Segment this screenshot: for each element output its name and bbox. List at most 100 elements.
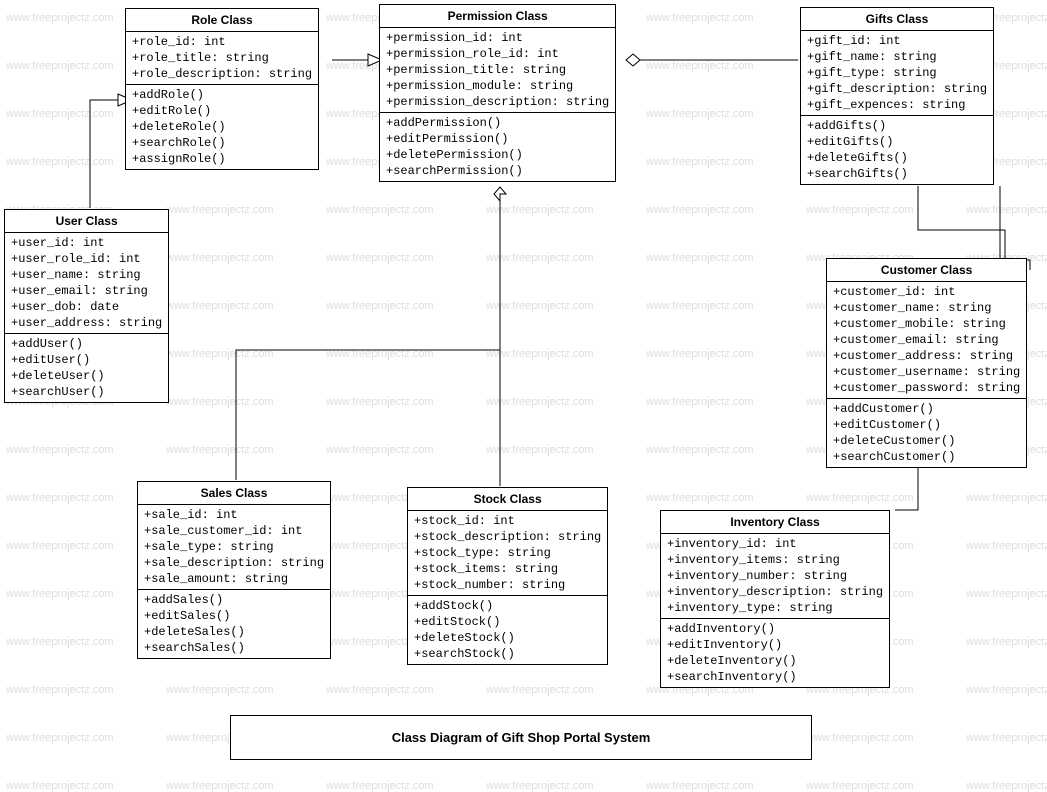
op-line: +deleteSales() bbox=[144, 624, 324, 640]
ops: +addPermission()+editPermission()+delete… bbox=[380, 113, 615, 181]
watermark: www.freeprojectz.com bbox=[6, 444, 114, 456]
op-line: +deleteGifts() bbox=[807, 150, 987, 166]
watermark: www.freeprojectz.com bbox=[166, 444, 274, 456]
attr-line: +customer_address: string bbox=[833, 348, 1020, 364]
attr-line: +inventory_id: int bbox=[667, 536, 883, 552]
watermark: www.freeprojectz.com bbox=[966, 204, 1047, 216]
op-line: +editSales() bbox=[144, 608, 324, 624]
attr-line: +user_dob: date bbox=[11, 299, 162, 315]
attr-line: +inventory_description: string bbox=[667, 584, 883, 600]
watermark: www.freeprojectz.com bbox=[326, 300, 434, 312]
ops: +addGifts()+editGifts()+deleteGifts()+se… bbox=[801, 116, 993, 184]
watermark: www.freeprojectz.com bbox=[486, 300, 594, 312]
op-line: +searchRole() bbox=[132, 135, 312, 151]
attr-line: +inventory_number: string bbox=[667, 568, 883, 584]
attr-line: +role_title: string bbox=[132, 50, 312, 66]
class-sales: Sales Class +sale_id: int+sale_customer_… bbox=[137, 481, 331, 659]
attr-line: +permission_title: string bbox=[386, 62, 609, 78]
op-line: +addPermission() bbox=[386, 115, 609, 131]
attr-line: +sale_id: int bbox=[144, 507, 324, 523]
op-line: +editRole() bbox=[132, 103, 312, 119]
class-title: Gifts Class bbox=[801, 8, 993, 31]
class-permission: Permission Class +permission_id: int+per… bbox=[379, 4, 616, 182]
watermark: www.freeprojectz.com bbox=[326, 348, 434, 360]
watermark: www.freeprojectz.com bbox=[646, 492, 754, 504]
watermark: www.freeprojectz.com bbox=[966, 540, 1047, 552]
op-line: +editGifts() bbox=[807, 134, 987, 150]
watermark: www.freeprojectz.com bbox=[166, 300, 274, 312]
attr-line: +user_address: string bbox=[11, 315, 162, 331]
watermark: www.freeprojectz.com bbox=[326, 204, 434, 216]
class-stock: Stock Class +stock_id: int+stock_descrip… bbox=[407, 487, 608, 665]
class-user: User Class +user_id: int+user_role_id: i… bbox=[4, 209, 169, 403]
op-line: +deleteCustomer() bbox=[833, 433, 1020, 449]
attrs: +customer_id: int+customer_name: string+… bbox=[827, 282, 1026, 399]
attr-line: +stock_number: string bbox=[414, 577, 601, 593]
watermark: www.freeprojectz.com bbox=[166, 396, 274, 408]
op-line: +editCustomer() bbox=[833, 417, 1020, 433]
watermark: www.freeprojectz.com bbox=[6, 492, 114, 504]
attrs: +inventory_id: int+inventory_items: stri… bbox=[661, 534, 889, 619]
attr-line: +customer_email: string bbox=[833, 332, 1020, 348]
attr-line: +user_role_id: int bbox=[11, 251, 162, 267]
attr-line: +stock_type: string bbox=[414, 545, 601, 561]
op-line: +searchCustomer() bbox=[833, 449, 1020, 465]
watermark: www.freeprojectz.com bbox=[806, 780, 914, 792]
watermark: www.freeprojectz.com bbox=[6, 780, 114, 792]
op-line: +editUser() bbox=[11, 352, 162, 368]
watermark: www.freeprojectz.com bbox=[646, 60, 754, 72]
watermark: www.freeprojectz.com bbox=[6, 108, 114, 120]
watermark: www.freeprojectz.com bbox=[966, 684, 1047, 696]
op-line: +addCustomer() bbox=[833, 401, 1020, 417]
watermark: www.freeprojectz.com bbox=[486, 204, 594, 216]
attrs: +permission_id: int+permission_role_id: … bbox=[380, 28, 615, 113]
class-title: Role Class bbox=[126, 9, 318, 32]
watermark: www.freeprojectz.com bbox=[326, 444, 434, 456]
class-title: User Class bbox=[5, 210, 168, 233]
op-line: +searchSales() bbox=[144, 640, 324, 656]
attr-line: +permission_description: string bbox=[386, 94, 609, 110]
attr-line: +gift_id: int bbox=[807, 33, 987, 49]
op-line: +searchInventory() bbox=[667, 669, 883, 685]
diagram-title: Class Diagram of Gift Shop Portal System bbox=[230, 715, 812, 760]
attr-line: +stock_id: int bbox=[414, 513, 601, 529]
op-line: +addGifts() bbox=[807, 118, 987, 134]
watermark: www.freeprojectz.com bbox=[6, 636, 114, 648]
op-line: +deleteInventory() bbox=[667, 653, 883, 669]
ops: +addInventory()+editInventory()+deleteIn… bbox=[661, 619, 889, 687]
op-line: +searchUser() bbox=[11, 384, 162, 400]
op-line: +addUser() bbox=[11, 336, 162, 352]
watermark: www.freeprojectz.com bbox=[326, 780, 434, 792]
watermark: www.freeprojectz.com bbox=[166, 252, 274, 264]
watermark: www.freeprojectz.com bbox=[646, 204, 754, 216]
watermark: www.freeprojectz.com bbox=[486, 684, 594, 696]
op-line: +editPermission() bbox=[386, 131, 609, 147]
attrs: +user_id: int+user_role_id: int+user_nam… bbox=[5, 233, 168, 334]
attr-line: +customer_password: string bbox=[833, 380, 1020, 396]
attr-line: +user_name: string bbox=[11, 267, 162, 283]
ops: +addStock()+editStock()+deleteStock()+se… bbox=[408, 596, 607, 664]
class-title: Inventory Class bbox=[661, 511, 889, 534]
watermark: www.freeprojectz.com bbox=[966, 588, 1047, 600]
watermark: www.freeprojectz.com bbox=[646, 396, 754, 408]
watermark: www.freeprojectz.com bbox=[6, 540, 114, 552]
class-gifts: Gifts Class +gift_id: int+gift_name: str… bbox=[800, 7, 994, 185]
watermark: www.freeprojectz.com bbox=[6, 156, 114, 168]
watermark: www.freeprojectz.com bbox=[6, 12, 114, 24]
watermark: www.freeprojectz.com bbox=[6, 732, 114, 744]
attr-line: +stock_items: string bbox=[414, 561, 601, 577]
op-line: +deleteUser() bbox=[11, 368, 162, 384]
watermark: www.freeprojectz.com bbox=[6, 588, 114, 600]
class-title: Stock Class bbox=[408, 488, 607, 511]
watermark: www.freeprojectz.com bbox=[486, 396, 594, 408]
watermark: www.freeprojectz.com bbox=[966, 780, 1047, 792]
watermark: www.freeprojectz.com bbox=[806, 732, 914, 744]
op-line: +searchPermission() bbox=[386, 163, 609, 179]
attr-line: +inventory_items: string bbox=[667, 552, 883, 568]
attr-line: +customer_username: string bbox=[833, 364, 1020, 380]
op-line: +addStock() bbox=[414, 598, 601, 614]
attr-line: +permission_role_id: int bbox=[386, 46, 609, 62]
class-inventory: Inventory Class +inventory_id: int+inven… bbox=[660, 510, 890, 688]
watermark: www.freeprojectz.com bbox=[166, 780, 274, 792]
attrs: +gift_id: int+gift_name: string+gift_typ… bbox=[801, 31, 993, 116]
